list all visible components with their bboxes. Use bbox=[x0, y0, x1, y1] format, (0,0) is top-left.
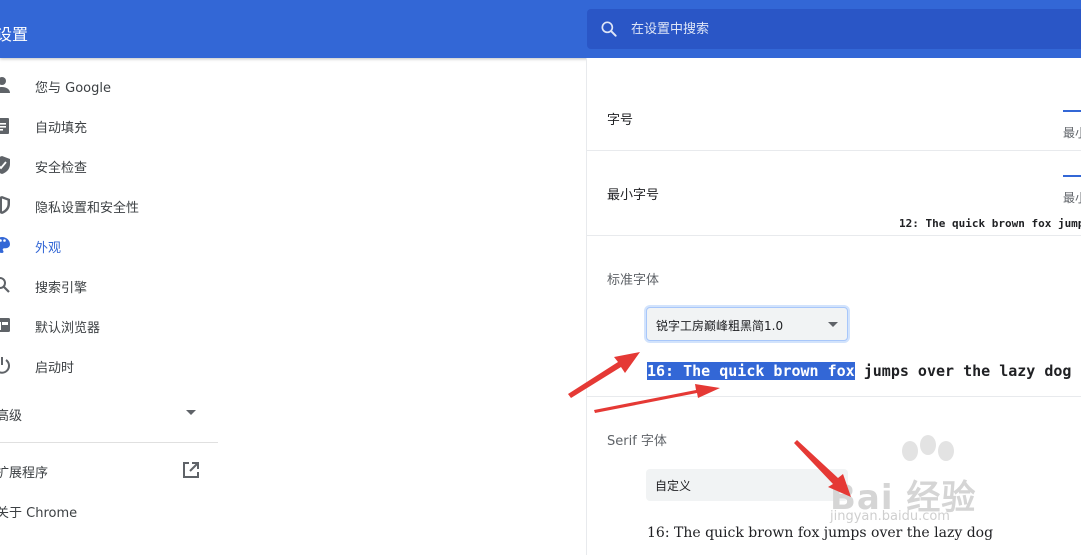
min-font-size-slider-min: 最小 bbox=[1063, 191, 1081, 205]
sample-text: jumps over the lazy dog bbox=[854, 362, 1072, 380]
font-size-label: 字号 bbox=[607, 113, 634, 128]
sidebar-item-label: 搜索引擎 bbox=[35, 281, 88, 296]
sidebar-about-chrome[interactable]: 关于 Chrome bbox=[0, 502, 77, 521]
sidebar-item-safety-check[interactable]: 安全检查 bbox=[0, 145, 220, 185]
standard-font-sample: 16: The quick brown fox jumps over the l… bbox=[647, 362, 1081, 380]
sidebar-item-label: 启动时 bbox=[35, 361, 75, 376]
standard-font-select[interactable]: 锐字工房巅峰粗黑简1.0 bbox=[646, 307, 848, 341]
shield-icon bbox=[0, 196, 10, 214]
chevron-down-icon[interactable] bbox=[186, 410, 196, 415]
sidebar-item-label: 您与 Google bbox=[35, 81, 111, 96]
sidebar-item-label: 隐私设置和安全性 bbox=[35, 201, 140, 216]
sidebar-item-label: 安全检查 bbox=[35, 161, 88, 176]
divider bbox=[587, 235, 1081, 236]
top-bar: 设置 bbox=[0, 0, 1081, 58]
page-title: 设置 bbox=[0, 25, 29, 44]
min-font-size-slider[interactable] bbox=[1063, 175, 1081, 177]
min-font-sample: 12: The quick brown fox jumps over the l… bbox=[899, 217, 1081, 230]
open-in-new-icon[interactable] bbox=[182, 461, 200, 479]
watermark-url: jingyan.baidu.com bbox=[830, 509, 950, 524]
sidebar-item-appearance[interactable]: 外观 bbox=[0, 225, 220, 265]
sidebar-item-search-engine[interactable]: 搜索引擎 bbox=[0, 265, 220, 305]
sidebar-item-label: 自动填充 bbox=[35, 121, 88, 136]
search-box[interactable] bbox=[587, 9, 1081, 49]
sidebar-extensions[interactable]: 扩展程序 bbox=[0, 462, 48, 481]
font-size-slider[interactable] bbox=[1063, 110, 1081, 112]
sidebar-item-label: 默认浏览器 bbox=[35, 321, 101, 336]
chevron-down-icon bbox=[828, 322, 838, 327]
font-size-slider-min: 最小 bbox=[1063, 126, 1081, 140]
sidebar-item-privacy[interactable]: 隐私设置和安全性 bbox=[0, 185, 220, 225]
shield-check-icon bbox=[0, 156, 10, 174]
divider bbox=[587, 150, 1081, 151]
sidebar: 您与 Google 自动填充 安全检查 隐私设置和安全性 外观 搜索引擎 默认浏… bbox=[0, 58, 220, 555]
search-input[interactable] bbox=[631, 9, 1071, 49]
serif-font-label: Serif 字体 bbox=[607, 434, 667, 449]
browser-icon bbox=[0, 318, 10, 332]
standard-font-label: 标准字体 bbox=[607, 273, 660, 288]
sidebar-divider bbox=[0, 442, 218, 443]
clipboard-icon bbox=[0, 118, 9, 134]
sidebar-item-on-startup[interactable]: 启动时 bbox=[0, 345, 220, 385]
serif-font-select[interactable]: 自定义 bbox=[646, 469, 848, 501]
power-icon bbox=[0, 357, 10, 374]
sidebar-item-you-and-google[interactable]: 您与 Google bbox=[0, 65, 220, 105]
sidebar-item-autofill[interactable]: 自动填充 bbox=[0, 105, 220, 145]
search-icon bbox=[0, 277, 10, 293]
divider bbox=[587, 396, 1081, 397]
person-icon bbox=[0, 77, 10, 93]
selected-text: 16: The quick brown fox bbox=[647, 362, 855, 380]
search-icon bbox=[601, 21, 617, 37]
sidebar-item-default-browser[interactable]: 默认浏览器 bbox=[0, 305, 220, 345]
min-font-size-label: 最小字号 bbox=[607, 188, 660, 203]
palette-icon bbox=[0, 237, 10, 253]
sidebar-advanced[interactable]: 高级 bbox=[0, 405, 22, 424]
serif-font-value: 自定义 bbox=[655, 479, 692, 493]
standard-font-value: 锐字工房巅峰粗黑简1.0 bbox=[656, 319, 784, 333]
sidebar-item-label: 外观 bbox=[35, 241, 62, 256]
